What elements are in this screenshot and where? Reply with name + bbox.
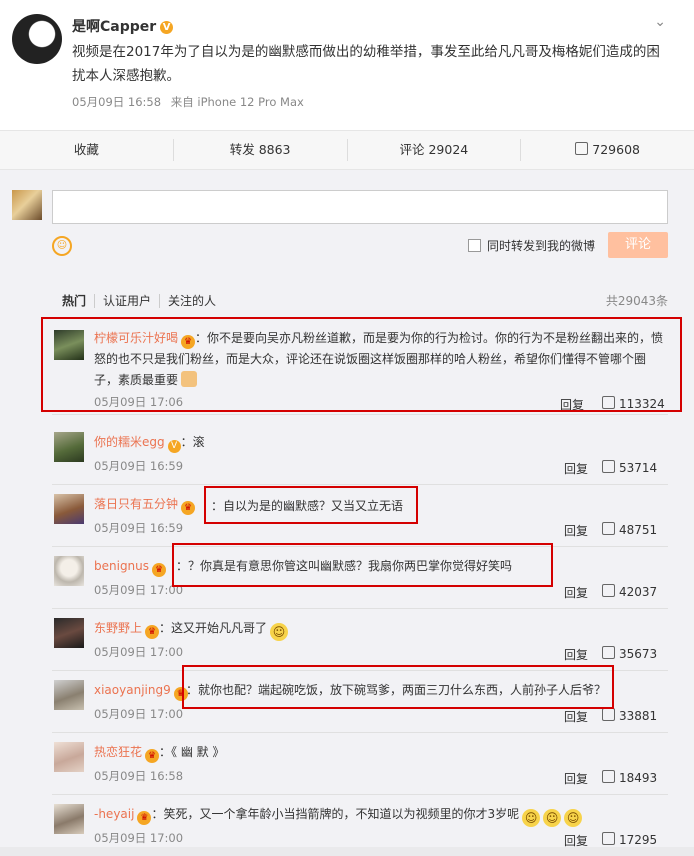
comment-avatar[interactable] — [54, 556, 84, 586]
submit-comment-button[interactable]: 评论 — [608, 232, 668, 258]
fan-badge-icon: ♛ — [145, 625, 160, 639]
comment-text: ：就你也配？端起碗吃饭，放下碗骂爹，两面三刀什么东西，人前孙子人后爷？ — [186, 683, 607, 697]
tab-verified[interactable]: 认证用户 — [95, 294, 161, 308]
smirk-emoji-icon: ☺ — [270, 623, 289, 641]
comment-tabs: 热门 认证用户 关注的人 共29043条 — [52, 294, 668, 319]
comment-like-button[interactable]: 17295 — [602, 832, 657, 847]
comment-username[interactable]: benignus — [94, 559, 149, 573]
comment-input[interactable] — [52, 190, 668, 224]
comment-item: 东野野上 ♛ ：这又开始凡凡哥了 ☺ 05月09日 17:00 回复 35673 — [52, 610, 668, 671]
comment-count: 共29043条 — [605, 294, 668, 308]
post-source[interactable]: 来自 iPhone 12 Pro Max — [171, 95, 304, 109]
like-icon — [602, 584, 615, 597]
comment-time: 05月09日 16:58 — [94, 769, 184, 783]
like-icon — [602, 646, 615, 659]
favorite-button[interactable]: 收藏 — [0, 139, 174, 161]
comment-text: ：？你真是有意思你管这叫幽默感？我扇你两巴掌你觉得好笑吗 — [176, 559, 513, 573]
tab-hot[interactable]: 热门 — [52, 294, 96, 308]
comment-like-button[interactable]: 42037 — [602, 584, 657, 599]
comment-username[interactable]: 你的糯米egg — [94, 435, 165, 449]
post-date[interactable]: 05月09日 16:58 — [72, 95, 161, 109]
grin-emoji-icon: ☺ — [522, 809, 541, 827]
reply-button[interactable]: 回复 — [564, 460, 588, 477]
reply-button[interactable]: 回复 — [564, 584, 588, 601]
weibo-post: 是啊Capper V ⌄ 视频是在2017年为了自以为是的幽默感而做出的幼稚举措，… — [0, 0, 694, 130]
chevron-down-icon[interactable]: ⌄ — [654, 14, 666, 30]
highlight-box — [41, 317, 682, 412]
forward-checkbox[interactable] — [468, 239, 481, 252]
comment-button[interactable]: 评论 29024 — [348, 139, 522, 161]
grin-emoji-icon: ☺ — [543, 809, 562, 827]
repost-button[interactable]: 转发 8863 — [174, 139, 348, 161]
like-button[interactable]: 729608 — [521, 139, 694, 161]
like-icon — [602, 460, 615, 473]
grin-emoji-icon: ☺ — [564, 809, 583, 827]
comment-avatar[interactable] — [54, 804, 84, 834]
comment-avatar[interactable] — [54, 432, 84, 462]
comment-text: ：滚 — [180, 435, 205, 449]
emoji-icon[interactable]: ☺ — [52, 236, 72, 256]
reply-button[interactable]: 回复 — [564, 646, 588, 663]
my-avatar — [12, 190, 42, 220]
like-icon — [602, 708, 615, 721]
comment-avatar[interactable] — [54, 680, 84, 710]
comment-text: ：笑死，又一个拿年龄小当挡箭牌的，不知道以为视频里的你才3岁呢 — [151, 807, 520, 821]
comment-time: 05月09日 17:00 — [94, 645, 184, 659]
forward-option[interactable]: 同时转发到我的微博 — [468, 237, 595, 254]
post-text: 视频是在2017年为了自以为是的幽默感而做出的幼稚举措，事发至此给凡凡哥及梅格妮… — [72, 44, 660, 84]
reply-button[interactable]: 回复 — [564, 522, 588, 539]
comment-item: 你的糯米egg V ：滚 05月09日 16:59 回复 53714 — [52, 424, 668, 485]
like-icon — [602, 832, 615, 845]
comment-username[interactable]: xiaoyanjing9 — [94, 683, 171, 697]
comment-username[interactable]: 东野野上 — [94, 621, 142, 635]
comment-like-button[interactable]: 18493 — [602, 770, 657, 785]
comment-avatar[interactable] — [54, 494, 84, 524]
comment-time: 05月09日 16:59 — [94, 521, 184, 535]
comment-like-button[interactable]: 53714 — [602, 460, 657, 475]
post-meta: 05月09日 16:58 来自 iPhone 12 Pro Max — [72, 94, 310, 110]
comment-time: 05月09日 17:00 — [94, 583, 184, 597]
like-icon — [602, 522, 615, 535]
comment-like-button[interactable]: 48751 — [602, 522, 657, 537]
author-name[interactable]: 是啊Capper V — [72, 16, 174, 36]
reply-button[interactable]: 回复 — [564, 708, 588, 725]
comment-time: 05月09日 17:00 — [94, 831, 184, 845]
comment-like-button[interactable]: 33881 — [602, 708, 657, 723]
comment-time: 05月09日 17:00 — [94, 707, 184, 721]
comment-text: ：这又开始凡凡哥了 — [159, 621, 268, 635]
comment-like-button[interactable]: 35673 — [602, 646, 657, 661]
author-avatar[interactable] — [12, 14, 62, 64]
verified-badge-icon: V — [160, 21, 174, 34]
comment-text: ：自以为是的幽默感？又当又立无语 — [211, 499, 404, 513]
verified-badge-icon: V — [167, 440, 181, 453]
reply-button[interactable]: 回复 — [564, 770, 588, 787]
comment-time: 05月09日 16:59 — [94, 459, 184, 473]
post-actions: 收藏 转发 8863 评论 29024 729608 — [0, 130, 694, 170]
comment-username[interactable]: -heyaij — [94, 807, 134, 821]
reply-button[interactable]: 回复 — [564, 832, 588, 849]
comment-username[interactable]: 落日只有五分钟 — [94, 497, 178, 511]
comment-item: -heyaij ♛ ：笑死，又一个拿年龄小当挡箭牌的，不知道以为视频里的你才3岁呢 ☺… — [52, 796, 668, 856]
like-icon — [602, 770, 615, 783]
fan-badge-icon: ♛ — [137, 811, 152, 825]
comment-text: ：《 幽 默 》 — [159, 745, 225, 759]
fan-badge-icon: ♛ — [145, 749, 160, 763]
fan-badge-icon: ♛ — [152, 563, 167, 577]
comment-section: ☺ 同时转发到我的微博 评论 热门 认证用户 关注的人 共29043条 柠檬可乐汁好… — [0, 170, 694, 848]
comment-avatar[interactable] — [54, 618, 84, 648]
comment-item: 热恋狂花 ♛ ：《 幽 默 》 05月09日 16:58 回复 18493 — [52, 734, 668, 795]
tab-following[interactable]: 关注的人 — [160, 294, 224, 308]
like-icon — [575, 142, 589, 155]
comment-username[interactable]: 热恋狂花 — [94, 745, 142, 759]
comment-avatar[interactable] — [54, 742, 84, 772]
fan-badge-icon: ♛ — [181, 501, 196, 515]
